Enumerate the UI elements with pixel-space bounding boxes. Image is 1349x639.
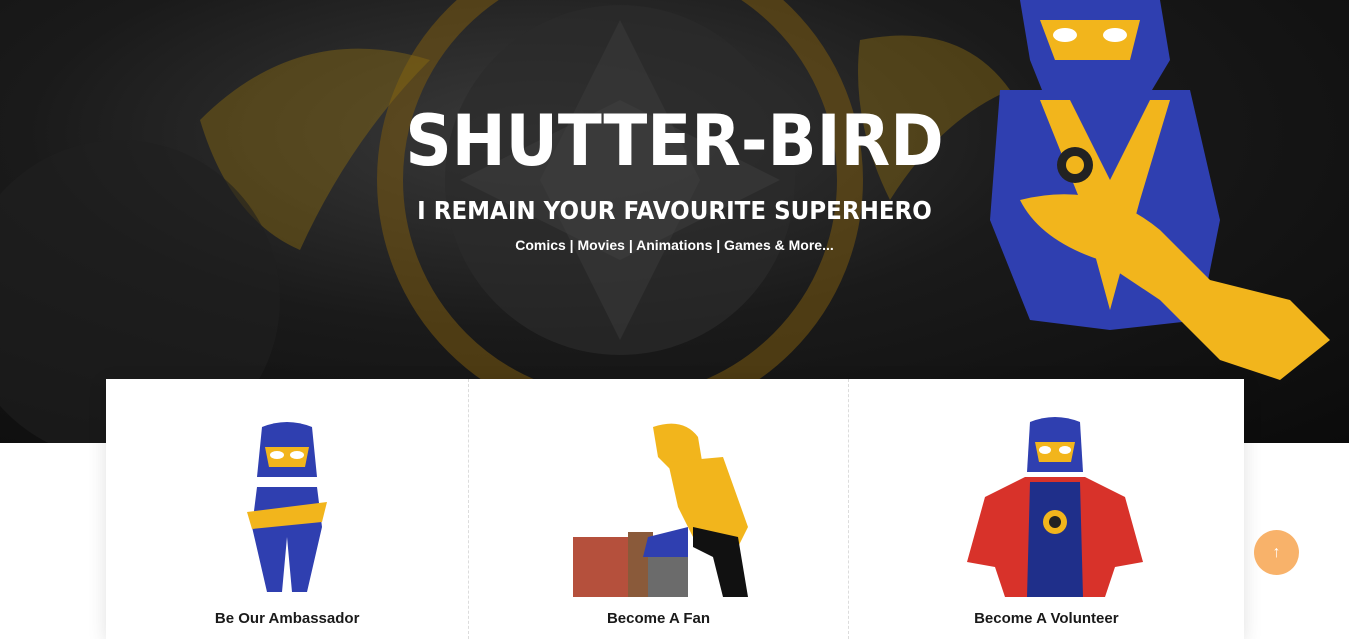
card-fan[interactable]: Become A Fan — [468, 379, 847, 639]
hero-banner: SHUTTER-BIRD I REMAIN YOUR FAVOURITE SUP… — [0, 0, 1349, 443]
card-label: Become A Volunteer — [974, 610, 1119, 627]
card-label: Become A Fan — [606, 610, 711, 627]
card-volunteer[interactable]: Become A Volunteer — [847, 379, 1244, 639]
fan-child-illustration — [573, 423, 749, 597]
scroll-to-top-button[interactable]: ↑ — [1254, 530, 1299, 575]
hero-tagline: Comics | Movies | Animations | Games & M… — [515, 237, 834, 253]
arrow-up-icon: ↑ — [1272, 543, 1281, 561]
action-cards: Be Our Ambassador Become A Fan Become A … — [106, 379, 1244, 639]
card-label: Be Our Ambassador — [214, 610, 360, 627]
hero-title: SHUTTER-BIRD — [405, 100, 944, 182]
volunteer-hero-illustration — [966, 417, 1143, 597]
hero-subtitle: I REMAIN YOUR FAVOURITE SUPERHERO — [417, 196, 932, 225]
ambassador-hero-illustration — [247, 422, 327, 592]
card-ambassador[interactable]: Be Our Ambassador — [106, 379, 468, 639]
